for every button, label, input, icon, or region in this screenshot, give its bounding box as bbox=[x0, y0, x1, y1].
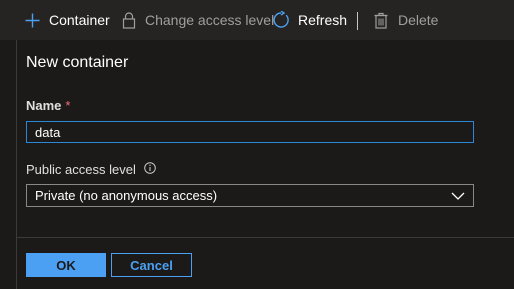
lock-icon bbox=[122, 11, 136, 29]
required-marker: * bbox=[65, 98, 71, 113]
delete-label: Delete bbox=[398, 12, 439, 28]
ok-button[interactable]: OK bbox=[26, 253, 106, 277]
delete-button[interactable]: Delete bbox=[374, 0, 438, 40]
dropdown-selected-value: Private (no anonymous access) bbox=[35, 188, 218, 203]
toolbar-separator bbox=[357, 12, 358, 30]
refresh-label: Refresh bbox=[298, 12, 348, 28]
public-access-level-dropdown[interactable]: Private (no anonymous access) bbox=[26, 184, 474, 207]
cancel-button[interactable]: Cancel bbox=[111, 253, 192, 277]
refresh-icon bbox=[272, 11, 290, 29]
name-label: Name * bbox=[26, 98, 70, 113]
panel-title: New container bbox=[26, 54, 129, 71]
add-container-button[interactable]: Container bbox=[25, 0, 110, 40]
footer-divider bbox=[16, 237, 514, 238]
name-label-text: Name bbox=[26, 98, 62, 113]
chevron-down-icon bbox=[451, 188, 465, 203]
command-bar: Container Change access level Refresh De… bbox=[0, 0, 514, 40]
public-access-level-label-text: Public access level bbox=[26, 162, 136, 177]
refresh-button[interactable]: Refresh bbox=[272, 0, 347, 40]
name-input[interactable] bbox=[26, 121, 474, 143]
trash-icon bbox=[374, 12, 388, 29]
change-access-level-label: Change access level bbox=[145, 12, 275, 28]
public-access-level-label: Public access level bbox=[26, 162, 156, 177]
add-container-label: Container bbox=[49, 12, 110, 28]
info-icon[interactable] bbox=[144, 162, 156, 177]
plus-icon bbox=[25, 13, 40, 28]
change-access-level-button[interactable]: Change access level bbox=[122, 0, 274, 40]
